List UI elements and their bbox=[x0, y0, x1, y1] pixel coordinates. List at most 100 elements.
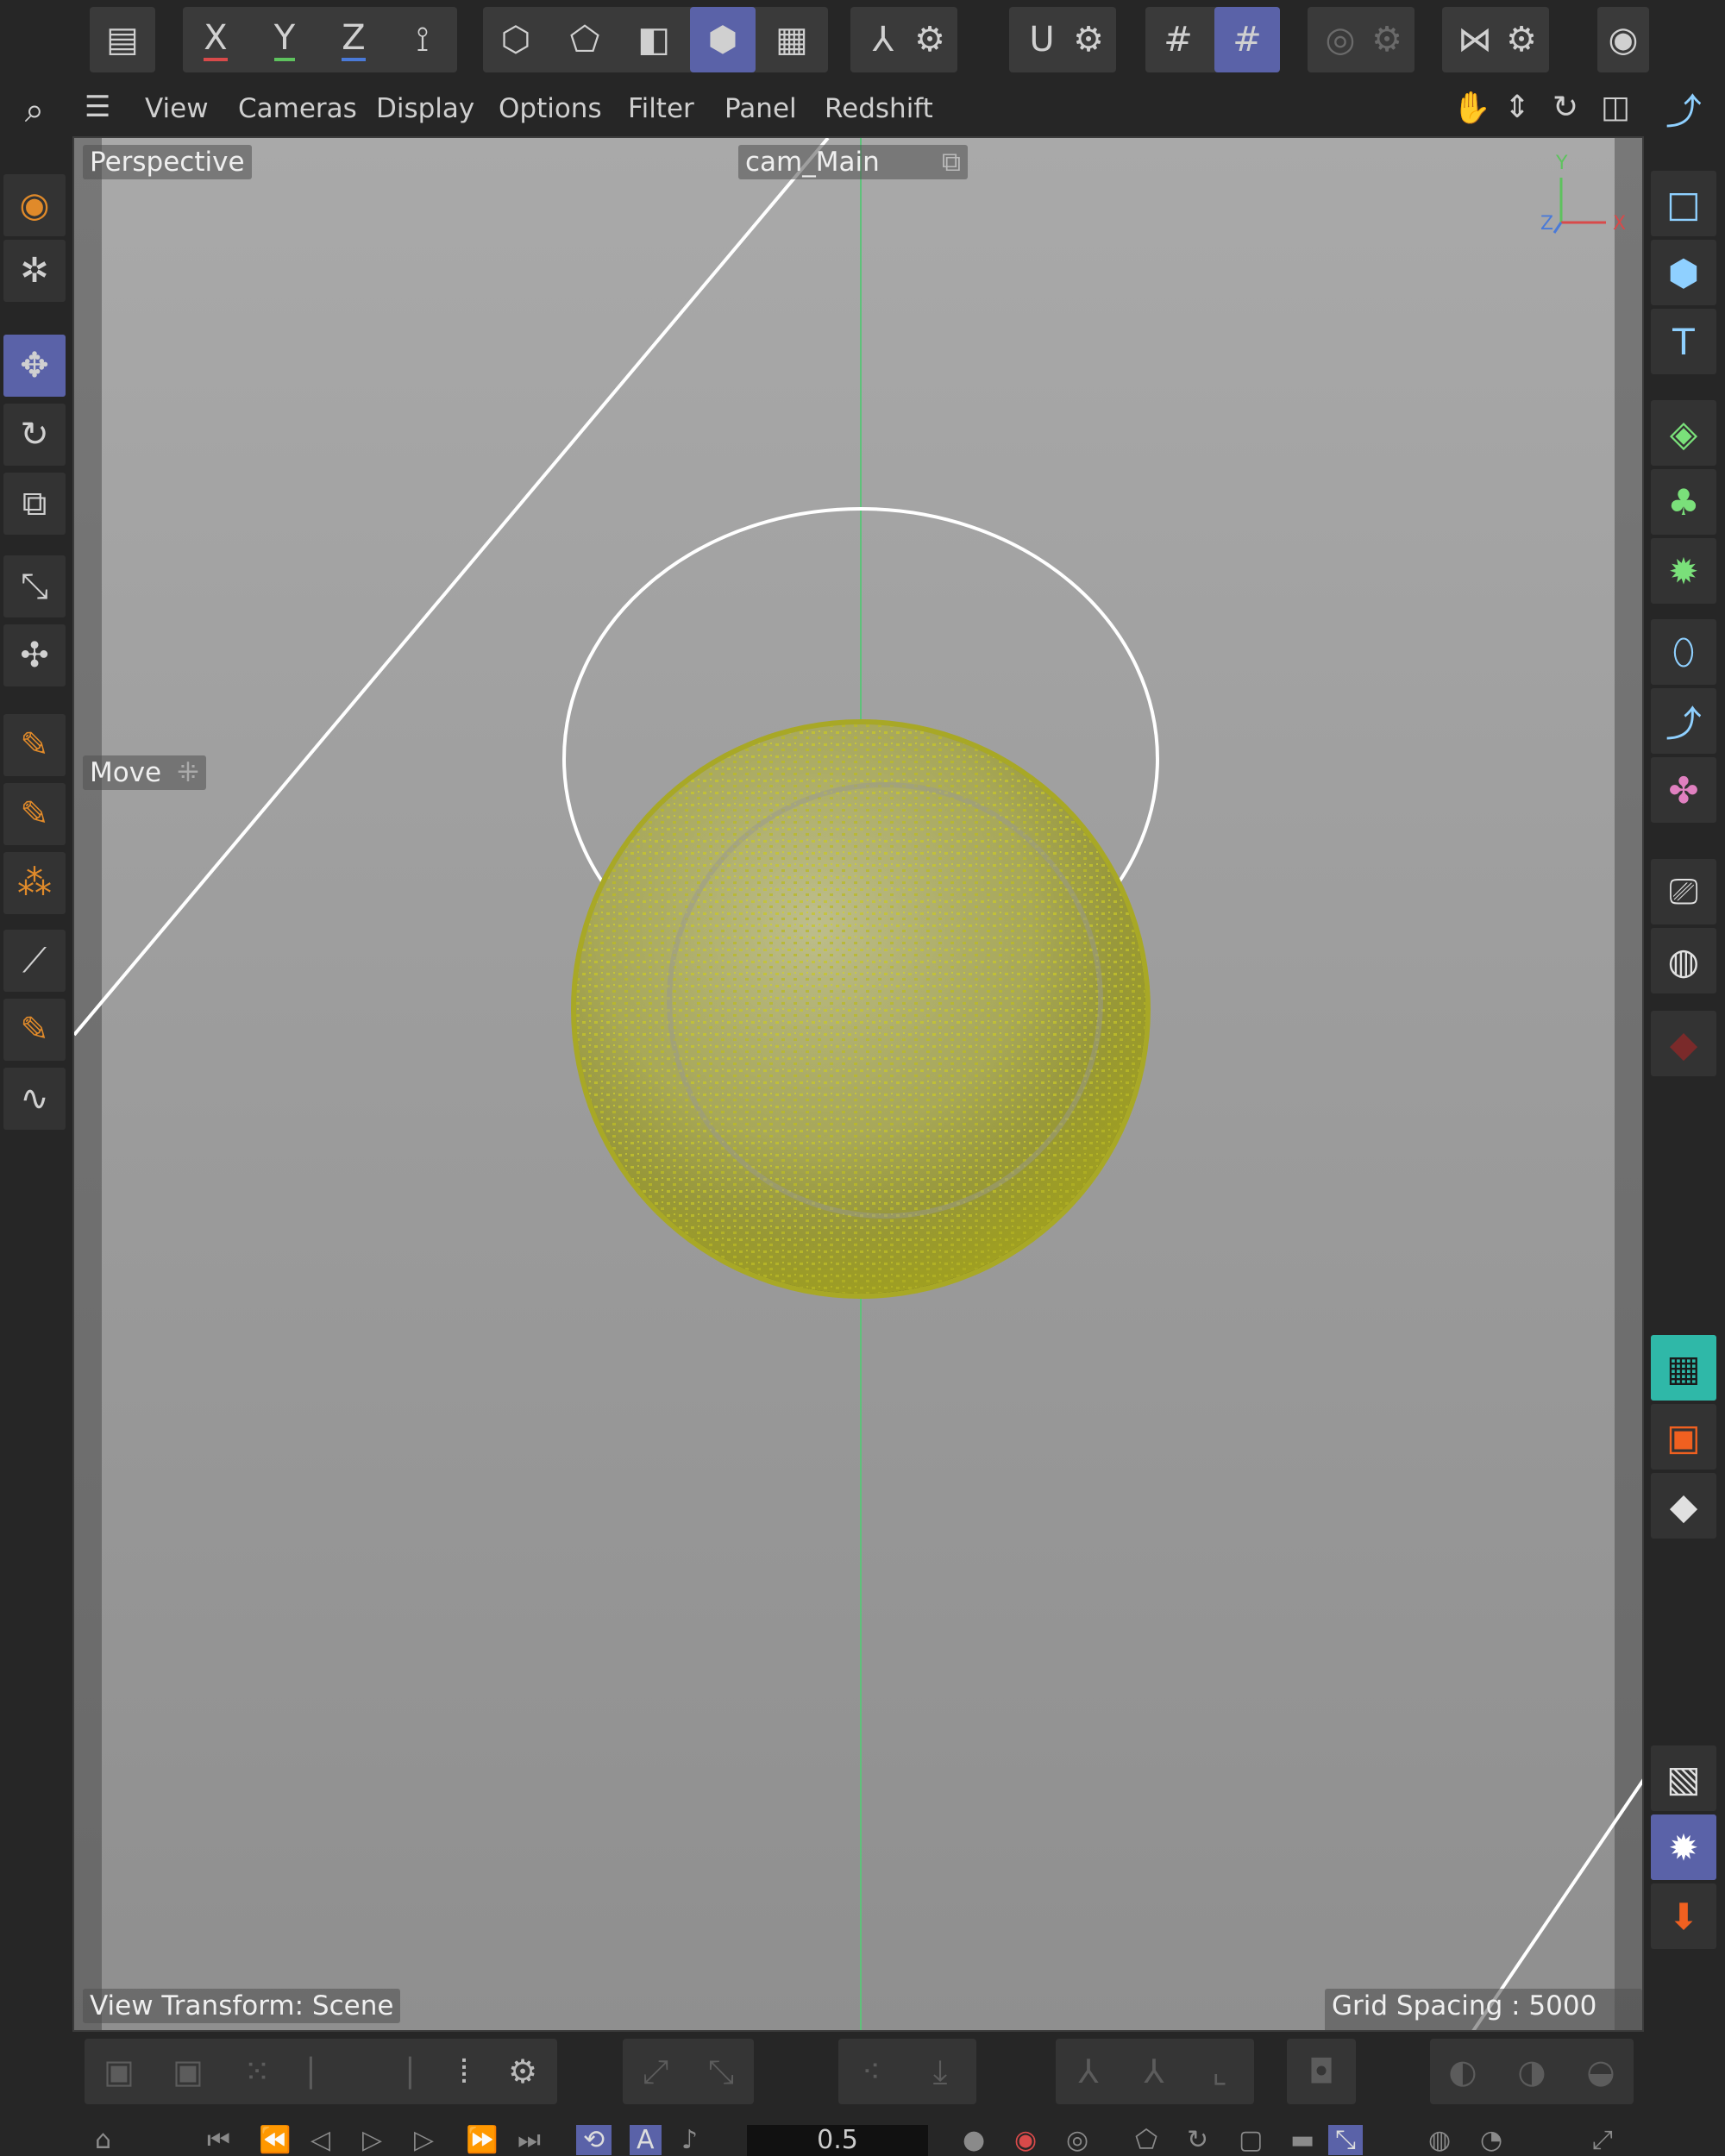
symmetry-gear-icon[interactable]: ⚙ bbox=[1489, 7, 1554, 72]
split-icon[interactable]: ⦙ bbox=[431, 2039, 497, 2104]
expand-icon[interactable]: ⤢ bbox=[623, 2039, 688, 2104]
render-settings-icon[interactable]: ▣ bbox=[1651, 1404, 1716, 1470]
frame-all-icon[interactable]: ▣ bbox=[86, 2039, 152, 2104]
spline-points-icon[interactable]: ⁂ bbox=[3, 852, 66, 914]
bottom-gear-icon[interactable]: ⚙ bbox=[490, 2039, 555, 2104]
edges-mode-icon[interactable]: ⬠ bbox=[552, 7, 618, 72]
keyframe-settings-icon[interactable]: ◎ bbox=[1066, 2125, 1088, 2155]
move-tool-icon[interactable]: ✥ bbox=[3, 335, 66, 397]
environment-globe-icon[interactable]: ◍ bbox=[1651, 928, 1716, 993]
object-manager-icon[interactable]: ⤴ bbox=[1651, 76, 1716, 141]
render-region-icon[interactable]: ◘ bbox=[1289, 2039, 1354, 2104]
snap-settings-gear-icon[interactable]: ⚙ bbox=[1056, 7, 1121, 72]
grid-lock-icon[interactable]: # bbox=[1214, 7, 1280, 72]
3d-viewport[interactable]: Y X Z Perspective cam_Main ⧉ Move ⁜ View… bbox=[72, 136, 1644, 2032]
render-active-icon[interactable]: ✹ bbox=[1651, 1814, 1716, 1880]
material-icon-2[interactable]: ◑ bbox=[1499, 2039, 1565, 2104]
texture-mode-icon[interactable]: ▦ bbox=[759, 7, 825, 72]
material-icon-3[interactable]: ◒ bbox=[1568, 2039, 1634, 2104]
go-end-icon[interactable]: ⏭ bbox=[518, 2125, 541, 2155]
joint-icon[interactable]: ⅄ bbox=[1056, 2039, 1121, 2104]
sketch-tool-icon[interactable]: ∿ bbox=[3, 1068, 66, 1130]
menu-display[interactable]: Display bbox=[376, 93, 474, 124]
polygons-mode-icon[interactable]: ◧ bbox=[621, 7, 687, 72]
live-selection-icon[interactable]: ✲ bbox=[3, 240, 66, 302]
key-rot-icon[interactable]: ↻ bbox=[1187, 2125, 1208, 2155]
cube-icon[interactable]: ⬢ bbox=[1651, 240, 1716, 305]
menu-panel[interactable]: Panel bbox=[724, 93, 797, 124]
field-icon[interactable]: ⤴ bbox=[1651, 688, 1716, 754]
spline-pen-icon[interactable]: ✎ bbox=[3, 783, 66, 845]
text-object-icon[interactable]: T bbox=[1651, 309, 1716, 374]
soft-selection-gear-icon[interactable]: ⚙ bbox=[1354, 7, 1420, 72]
transform-tool-icon[interactable]: ✣ bbox=[3, 624, 66, 686]
rotate-tool-icon[interactable]: ↻ bbox=[3, 404, 66, 466]
points-mode-icon[interactable]: ⬡ bbox=[483, 7, 549, 72]
model-mode-icon[interactable]: ⬢ bbox=[690, 7, 756, 72]
next-key-icon[interactable]: ⏩ bbox=[466, 2125, 498, 2155]
pen-tool-icon[interactable]: ✎ bbox=[3, 714, 66, 776]
frame-field[interactable]: 0.5 bbox=[747, 2125, 928, 2156]
autokey-icon[interactable]: A bbox=[630, 2125, 662, 2155]
menu-cameras[interactable]: Cameras bbox=[238, 93, 357, 124]
timeline-expand-icon[interactable]: ⤢ bbox=[1592, 2125, 1613, 2155]
generator-gear-icon[interactable]: ✹ bbox=[1651, 538, 1716, 604]
visibility-eye-icon[interactable]: ◉ bbox=[1590, 7, 1656, 72]
sound-icon[interactable]: ♪ bbox=[681, 2125, 698, 2155]
frame-selected-icon[interactable]: ▣ bbox=[155, 2039, 221, 2104]
orbit-icon[interactable]: ↻ bbox=[1552, 90, 1578, 125]
lock-y-button[interactable]: Y bbox=[252, 7, 317, 72]
projection-label[interactable]: Perspective bbox=[83, 145, 252, 179]
zoom-arrows-icon[interactable]: ⇕ bbox=[1504, 90, 1530, 125]
maximize-view-icon[interactable]: ◫ bbox=[1601, 90, 1630, 125]
prev-frame-icon[interactable]: ◁ bbox=[310, 2125, 330, 2155]
scatter-icon[interactable]: ⁖ bbox=[838, 2039, 904, 2104]
prev-key-icon[interactable]: ⏪ bbox=[259, 2125, 291, 2155]
material-icon-1[interactable]: ◐ bbox=[1430, 2039, 1496, 2104]
axis-align-icon[interactable]: ⌞ bbox=[1187, 2039, 1252, 2104]
lock-z-button[interactable]: Z bbox=[321, 7, 386, 72]
search-icon[interactable]: ⌕ bbox=[3, 79, 66, 141]
redshift-object-icon[interactable]: ◆ bbox=[1651, 1011, 1716, 1076]
motion-icon[interactable]: ◍ bbox=[1428, 2125, 1451, 2155]
mirror-icon[interactable]: ⎸ bbox=[293, 2039, 359, 2104]
home-icon[interactable]: ⌂ bbox=[95, 2125, 111, 2155]
spline-icon[interactable]: ✤ bbox=[1651, 757, 1716, 823]
axis-settings-gear-icon[interactable]: ⚙ bbox=[897, 7, 963, 72]
null-object-icon[interactable]: □ bbox=[1651, 171, 1716, 236]
record-icon[interactable]: ● bbox=[963, 2125, 985, 2155]
lock-x-button[interactable]: X bbox=[183, 7, 248, 72]
tweak-tool-icon[interactable]: ⤡ bbox=[3, 555, 66, 617]
onion-icon[interactable]: ◔ bbox=[1480, 2125, 1502, 2155]
world-coords-icon[interactable]: ⟟ bbox=[390, 7, 455, 72]
pan-hand-icon[interactable]: ✋ bbox=[1452, 90, 1491, 126]
key-pos-icon[interactable]: ⬠ bbox=[1135, 2125, 1157, 2155]
undo-history-icon[interactable]: ▤ bbox=[90, 7, 155, 72]
key-param-icon[interactable]: ▬ bbox=[1290, 2125, 1314, 2155]
menu-filter[interactable]: Filter bbox=[628, 93, 694, 124]
menu-redshift[interactable]: Redshift bbox=[825, 93, 933, 124]
workplane-grid-icon[interactable]: # bbox=[1145, 7, 1211, 72]
loop-icon[interactable]: ⟲ bbox=[576, 2125, 612, 2155]
ik-icon[interactable]: ⅄ bbox=[1121, 2039, 1187, 2104]
play-icon[interactable]: ▷ bbox=[362, 2125, 382, 2155]
cloner-icon[interactable]: ♣ bbox=[1651, 469, 1716, 535]
camera-selector[interactable]: cam_Main ⧉ bbox=[738, 145, 968, 179]
asset-browser-icon[interactable]: ▦ bbox=[1651, 1335, 1716, 1401]
drop-icon[interactable]: ⤓ bbox=[907, 2039, 973, 2104]
plane-object-icon[interactable]: ◆ bbox=[1651, 1473, 1716, 1539]
key-scale-icon[interactable]: ▢ bbox=[1239, 2125, 1263, 2155]
spline-cut-icon[interactable]: ✎ bbox=[3, 999, 66, 1061]
reflect-icon[interactable]: ⎹ bbox=[362, 2039, 428, 2104]
brush-tool-icon[interactable]: ⟋ bbox=[3, 930, 66, 992]
menu-view[interactable]: View bbox=[145, 93, 209, 124]
selection-tool-icon[interactable]: ◉ bbox=[3, 174, 66, 236]
render-to-viewer-icon[interactable]: ⬇ bbox=[1651, 1883, 1716, 1949]
subdivision-surface-icon[interactable]: ◈ bbox=[1651, 400, 1716, 466]
key-pla-icon[interactable]: ⤡ bbox=[1328, 2125, 1363, 2155]
points-grid-icon[interactable]: ⁙ bbox=[224, 2039, 290, 2104]
scale-tool-icon[interactable]: ⧉ bbox=[3, 473, 66, 535]
go-start-icon[interactable]: ⏮ bbox=[207, 2125, 230, 2155]
collapse-icon[interactable]: ⤡ bbox=[688, 2039, 754, 2104]
hamburger-menu-icon[interactable]: ☰ bbox=[85, 90, 110, 124]
